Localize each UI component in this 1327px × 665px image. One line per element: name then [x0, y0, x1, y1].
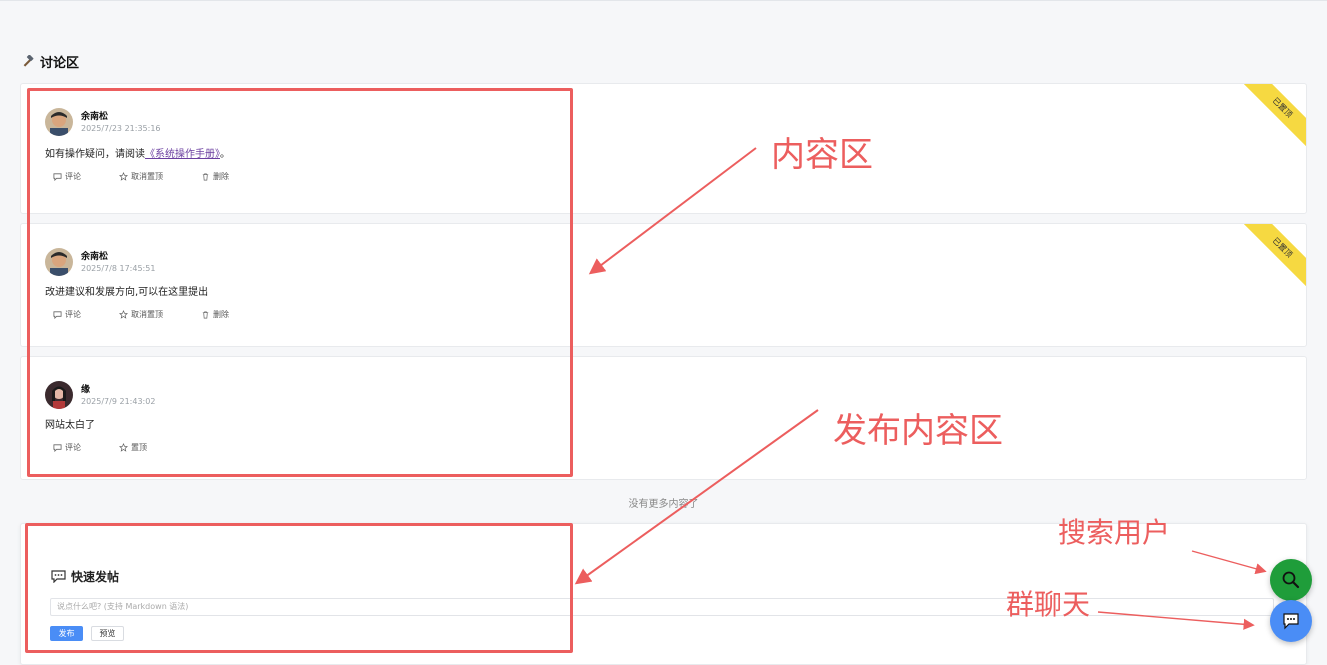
top-divider [0, 0, 1327, 1]
publish-area-label: 发布内容区 [833, 411, 1003, 451]
no-more-content: 没有更多内容了 [628, 499, 699, 510]
content-area-label: 内容区 [771, 135, 873, 175]
publish-area-highlight [25, 523, 573, 653]
pinned-badge: 已置顶 [1242, 224, 1306, 288]
pinned-badge: 已置顶 [1242, 84, 1306, 148]
search-users-label: 搜索用户 [1058, 516, 1171, 549]
group-chat-button[interactable] [1270, 600, 1312, 642]
hammer-icon [23, 54, 34, 67]
chat-icon [1283, 613, 1299, 630]
content-area-highlight [27, 88, 573, 477]
group-chat-label: 群聊天 [1006, 588, 1091, 621]
section-title: 讨论区 [40, 56, 80, 71]
search-icon [1282, 571, 1300, 589]
search-users-button[interactable] [1270, 559, 1312, 601]
section-header: 讨论区 [21, 52, 79, 71]
